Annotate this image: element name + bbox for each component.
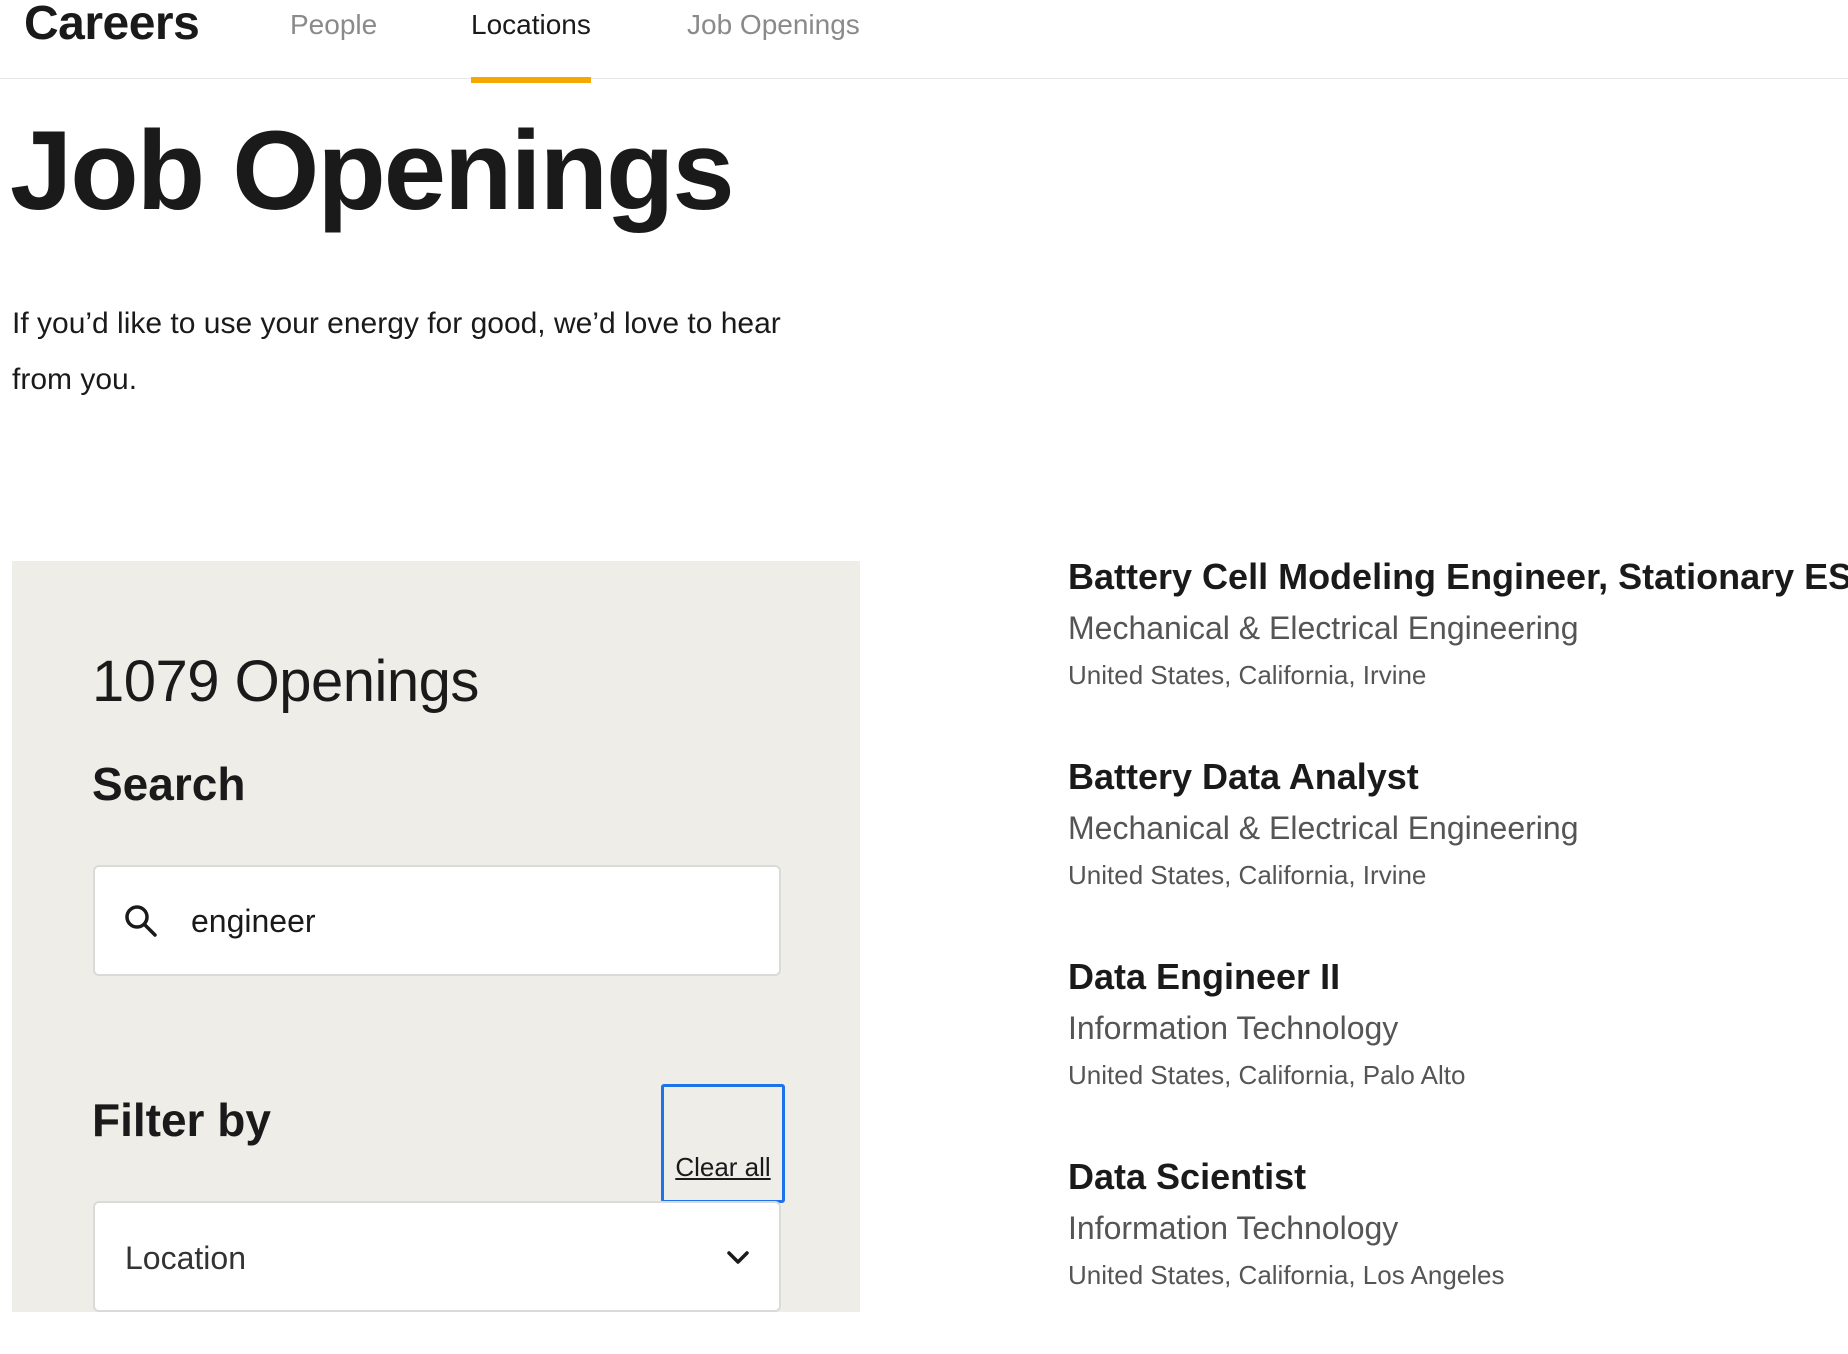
job-listing[interactable]: Battery Data Analyst Mechanical & Electr… <box>1068 754 1838 954</box>
job-department: Mechanical & Electrical Engineering <box>1068 610 1579 646</box>
job-title[interactable]: Battery Cell Modeling Engineer, Stationa… <box>1068 554 1848 600</box>
top-navigation: Careers People Locations Job Openings <box>0 0 1848 83</box>
job-location: United States, California, Irvine <box>1068 860 1427 890</box>
job-listing[interactable]: Data Scientist Information Technology Un… <box>1068 1154 1838 1354</box>
chevron-down-icon <box>727 1251 749 1264</box>
page-title: Job Openings <box>10 108 735 233</box>
filter-panel: 1079 Openings Search Filter by Clear all… <box>12 561 860 1312</box>
job-location: United States, California, Irvine <box>1068 660 1427 690</box>
openings-count: 1079 Openings <box>92 649 479 714</box>
job-listing[interactable]: Battery Cell Modeling Engineer, Stationa… <box>1068 554 1848 754</box>
clear-all-button[interactable]: Clear all <box>661 1084 785 1203</box>
job-title[interactable]: Data Scientist <box>1068 1154 1838 1200</box>
search-icon <box>125 905 157 937</box>
job-location: United States, California, Palo Alto <box>1068 1060 1466 1090</box>
job-title[interactable]: Data Engineer II <box>1068 954 1838 1000</box>
job-title[interactable]: Battery Data Analyst <box>1068 754 1838 800</box>
nav-tab-locations[interactable]: Locations <box>471 8 591 83</box>
location-dropdown[interactable]: Location <box>93 1201 781 1312</box>
nav-tab-label: Locations <box>471 9 591 40</box>
intro-text: If you’d like to use your energy for goo… <box>12 307 781 396</box>
job-listing[interactable]: Data Engineer II Information Technology … <box>1068 954 1838 1154</box>
location-dropdown-label: Location <box>125 1240 246 1276</box>
active-tab-indicator <box>471 77 591 83</box>
nav-tab-job-openings[interactable]: Job Openings <box>687 8 860 79</box>
job-list: Battery Cell Modeling Engineer, Stationa… <box>1068 554 1848 1354</box>
job-location: United States, California, Los Angeles <box>1068 1260 1505 1290</box>
job-department: Information Technology <box>1068 1210 1399 1246</box>
nav-tab-label: Job Openings <box>687 9 860 40</box>
search-input[interactable] <box>189 887 749 955</box>
nav-tab-people[interactable]: People <box>290 8 377 79</box>
filter-heading: Filter by <box>92 1094 271 1146</box>
nav-tab-label: People <box>290 9 378 40</box>
job-department: Mechanical & Electrical Engineering <box>1068 810 1579 846</box>
job-department: Information Technology <box>1068 1010 1399 1046</box>
search-heading: Search <box>92 758 246 810</box>
brand-logo[interactable]: Careers <box>24 0 200 52</box>
search-box[interactable] <box>93 865 781 976</box>
